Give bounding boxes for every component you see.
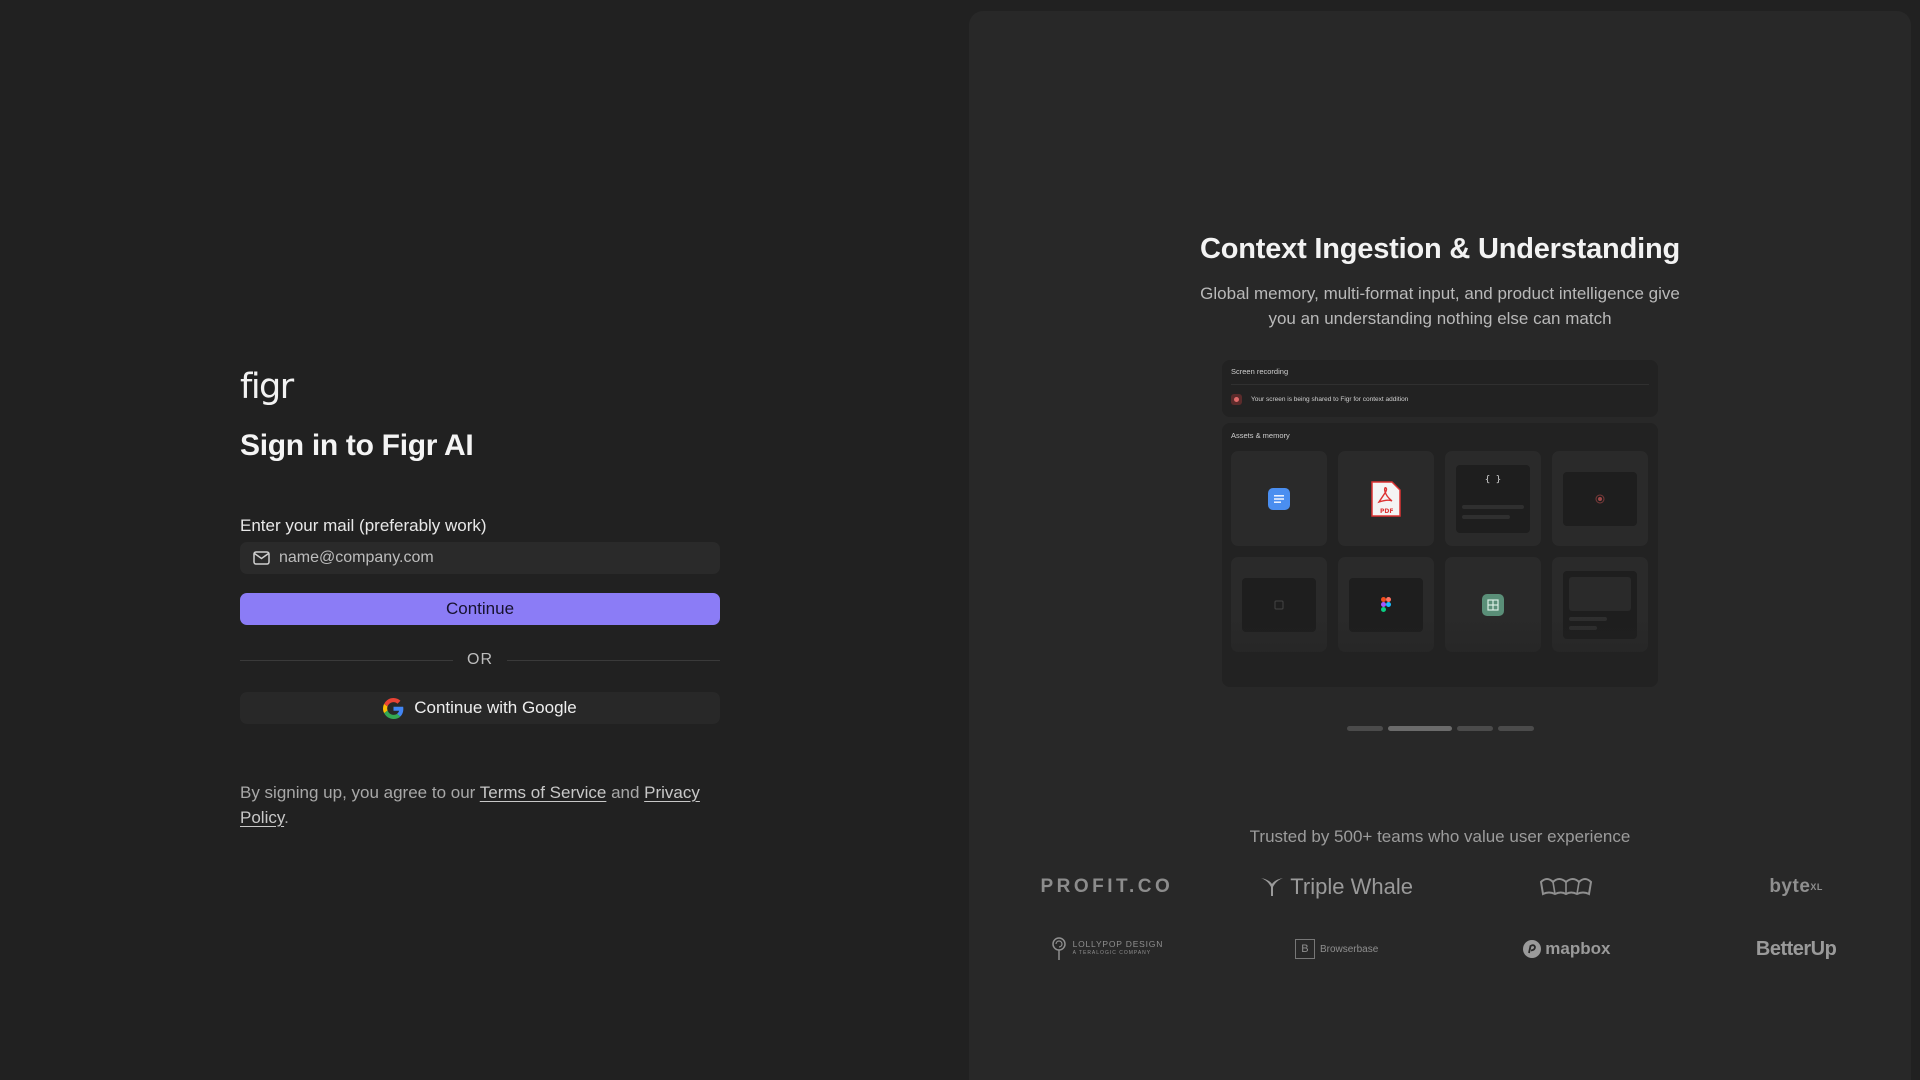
logo-row-2: LOLLYPOP DESIGN A TERALOGIC COMPANY B Br…: [969, 933, 1911, 965]
record-icon: [1231, 394, 1242, 405]
triple-whale-label: Triple Whale: [1290, 874, 1413, 899]
carousel-dot-2-active[interactable]: [1387, 726, 1452, 731]
screen-recording-card: Screen recording Your screen is being sh…: [1222, 360, 1658, 417]
feature-subtitle: Global memory, multi-format input, and p…: [1200, 284, 1680, 328]
legal-suffix: .: [284, 808, 289, 827]
figma-icon: [1381, 597, 1391, 612]
screen-recording-text: Your screen is being shared to Figr for …: [1251, 396, 1409, 403]
carousel-indicators: [969, 726, 1911, 731]
feature-mockup: Screen recording Your screen is being sh…: [1222, 360, 1658, 687]
code-braces-icon: { }: [1484, 474, 1502, 485]
mapbox-label: mapbox: [1545, 939, 1611, 958]
bytexl-logo: byte XL: [1681, 876, 1911, 898]
carousel-dot-3[interactable]: [1456, 726, 1493, 731]
legal-text: By signing up, you agree to our Terms of…: [240, 780, 720, 830]
signin-panel: figr Sign in to Figr AI Enter your mail …: [0, 0, 960, 1080]
profitco-logo: PROFIT.CO: [1040, 876, 1174, 897]
document-icon: [1268, 487, 1290, 510]
assets-memory-title: Assets & memory: [1231, 431, 1290, 440]
logo-row-1: PROFIT.CO Triple Whale byte XL: [969, 871, 1911, 903]
page-title: Sign in to Figr AI: [240, 429, 474, 462]
continue-button[interactable]: Continue: [240, 593, 720, 625]
mapbox-icon: [1523, 940, 1542, 958]
code-thumbnail: { }: [1456, 464, 1530, 533]
divider-line-left: [240, 659, 453, 661]
spreadsheet-icon: [1482, 593, 1504, 616]
google-icon: [383, 697, 404, 719]
feature-showcase-panel: Context Ingestion & Understanding Global…: [969, 11, 1911, 1080]
lollipop-icon: [1051, 937, 1066, 960]
legal-and: and: [606, 783, 645, 802]
asset-tile-recording: [1552, 451, 1648, 546]
trusted-by-text: Trusted by 500+ teams who value user exp…: [1249, 827, 1631, 846]
lollypop-text: LOLLYPOP DESIGN A TERALOGIC COMPANY: [1073, 940, 1164, 958]
feature-title: Context Ingestion & Understanding: [1200, 233, 1680, 265]
lollypop-sublabel: A TERALOGIC COMPANY: [1072, 950, 1152, 956]
figr-logo: figr: [240, 367, 294, 407]
email-field[interactable]: [240, 542, 720, 574]
divider-line-right: [507, 659, 720, 661]
bytexl-label: byte: [1769, 876, 1811, 897]
asset-tile-pdf: PDF: [1338, 451, 1434, 546]
cloud-logo-icon: [1540, 878, 1593, 896]
browserbase-label: Browserbase: [1319, 943, 1379, 955]
betterup-logo: BetterUp: [1755, 937, 1837, 960]
terms-of-service-link[interactable]: Terms of Service: [480, 783, 607, 802]
signin-form: figr Sign in to Figr AI Enter your mail …: [240, 368, 720, 830]
image-icon: [1274, 600, 1284, 609]
svg-text:PDF: PDF: [1380, 508, 1393, 515]
lollypop-design-logo: LOLLYPOP DESIGN A TERALOGIC COMPANY: [992, 937, 1222, 961]
record-dot-icon: [1595, 494, 1605, 503]
mail-icon: [253, 551, 270, 565]
carousel-dot-4[interactable]: [1497, 726, 1534, 731]
lollypop-label: LOLLYPOP DESIGN: [1072, 939, 1164, 949]
browserbase-logo: B Browserbase: [1222, 939, 1452, 959]
screen-recording-title: Screen recording: [1231, 367, 1289, 376]
legal-prefix: By signing up, you agree to our: [240, 783, 480, 802]
pdf-icon: PDF: [1371, 480, 1401, 517]
screen-recording-row: Your screen is being shared to Figr for …: [1231, 384, 1649, 414]
or-divider: OR: [240, 650, 720, 670]
cloud-brand-logo: [1452, 874, 1682, 900]
bytexl-sup: XL: [1810, 882, 1823, 892]
or-label: OR: [467, 651, 493, 668]
triple-whale-logo: Triple Whale: [1222, 874, 1452, 900]
browserbase-mark: B: [1294, 939, 1315, 959]
email-label: Enter your mail (preferably work): [240, 516, 487, 535]
recording-thumbnail: [1563, 471, 1637, 526]
email-input[interactable]: [279, 549, 699, 567]
carousel-dot-1[interactable]: [1346, 726, 1383, 731]
whale-tail-icon: [1261, 878, 1284, 896]
mapbox-logo: mapbox: [1452, 939, 1682, 959]
continue-with-google-button[interactable]: Continue with Google: [240, 692, 720, 724]
asset-tile-document: [1231, 451, 1327, 546]
google-button-label: Continue with Google: [414, 698, 577, 717]
customer-logos: PROFIT.CO Triple Whale byte XL LOLLYPOP …: [969, 871, 1911, 965]
asset-tile-code: { }: [1445, 451, 1541, 546]
assets-fade-overlay: [1222, 617, 1658, 687]
assets-memory-card: Assets & memory PDF {}: [1222, 423, 1658, 687]
